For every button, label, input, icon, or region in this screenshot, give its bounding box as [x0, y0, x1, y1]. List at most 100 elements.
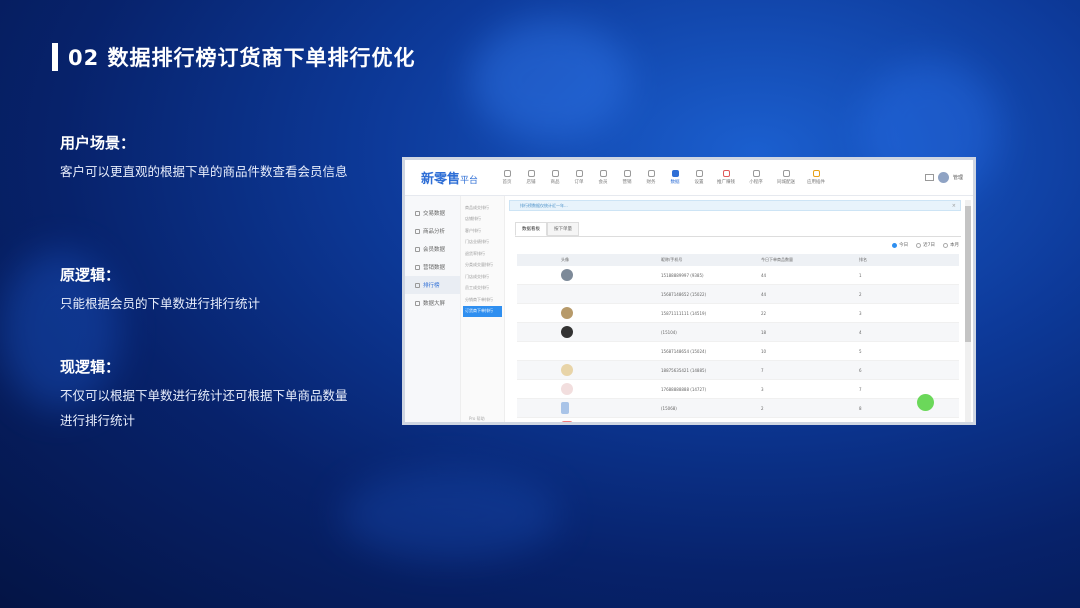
member-data-icon: [415, 246, 420, 252]
radio-7days[interactable]: 近7日: [916, 242, 935, 248]
nav-delivery[interactable]: 同城配送: [771, 170, 801, 185]
tab-order-volume[interactable]: 按下单量: [547, 222, 579, 236]
sidebar-item-label: 会员数据: [423, 247, 446, 253]
nav-member[interactable]: 会员: [591, 170, 615, 185]
sidebar-item-screen[interactable]: 数据大屏: [405, 294, 460, 312]
table-row[interactable]: 15687148652 (15022) 44 2: [517, 285, 959, 304]
table-row[interactable]: (15104) 18 4: [517, 323, 959, 342]
sidebar-item-member[interactable]: 会员数据: [405, 240, 460, 258]
slide-title: 02 数据排行榜订货商下单排行优化: [52, 42, 416, 72]
table-row[interactable]: 17688888888 (14727) 3 7: [517, 380, 959, 399]
sidebar-item-label: 排行榜: [423, 283, 440, 289]
table-row[interactable]: (15068) 2 8: [517, 399, 959, 418]
nav-label: 订单: [574, 180, 584, 185]
nav-marketing[interactable]: 营销: [615, 170, 639, 185]
nav-label: 首页: [502, 180, 512, 185]
scrollbar[interactable]: [965, 200, 971, 422]
nav-label: 同城配送: [777, 180, 795, 185]
tab-dashboard[interactable]: 数据看板: [515, 222, 547, 236]
nav-promote[interactable]: 推广赚钱: [711, 170, 741, 185]
count-cell: 44: [761, 272, 767, 278]
radio-circle: [916, 242, 922, 248]
subnav-item[interactable]: 分类成交量排行: [461, 260, 504, 272]
avatar: [561, 402, 569, 414]
table-row[interactable]: 18811114724 (14600) 1 9: [517, 418, 959, 426]
id-cell: 17688888888 (14727): [661, 386, 707, 392]
id-cell: 15871111111 (14519): [661, 310, 707, 316]
rank-cell: 2: [859, 291, 862, 297]
subnav-item[interactable]: 商品成交排行: [461, 202, 504, 214]
radio-today[interactable]: 今日: [892, 242, 908, 248]
table-row[interactable]: 18875635421 (14885) 7 6: [517, 361, 959, 380]
nav-label: 财务: [646, 180, 656, 185]
nav-label: 应用插件: [807, 180, 825, 185]
id-cell: 18811114724 (14600): [661, 425, 761, 426]
scrollbar-thumb[interactable]: [965, 206, 971, 342]
avatar-cell: [517, 383, 661, 395]
radio-label: 近7日: [923, 243, 935, 248]
nav-goods[interactable]: 商品: [543, 170, 567, 185]
settings-icon: [695, 170, 703, 177]
goods-analysis-icon: [415, 228, 420, 234]
id-cell: 18875635421 (14885): [661, 367, 707, 373]
radio-month[interactable]: 本月: [943, 242, 959, 248]
plugin-icon: [812, 170, 820, 177]
sidebar-item-label: 交易数据: [423, 211, 446, 217]
nav-shop[interactable]: 店铺: [519, 170, 543, 185]
rank-cell: 6: [859, 367, 862, 373]
subnav-item[interactable]: 员工成交排行: [461, 283, 504, 295]
avatar: [561, 421, 573, 422]
subnav-item[interactable]: 客户排行: [461, 225, 504, 237]
nav-label: 店铺: [526, 180, 536, 185]
sidebar-item-goods[interactable]: 商品分析: [405, 222, 460, 240]
avatar[interactable]: [937, 172, 949, 183]
subnav-item[interactable]: 分销商下单排行: [461, 294, 504, 306]
subnav-item[interactable]: 门店成交排行: [461, 271, 504, 283]
sidebar-item-label: 商品分析: [423, 229, 446, 235]
nav-order[interactable]: 订单: [567, 170, 591, 185]
subnav-item-active[interactable]: 订货商下单排行: [463, 305, 502, 317]
sidebar-footer[interactable]: Pro 帮助: [469, 416, 485, 422]
nav-miniapp[interactable]: 小程序: [741, 170, 771, 185]
title-accent-bar: [52, 43, 58, 71]
count-cell: 22: [761, 310, 767, 316]
nav-finance[interactable]: 财务: [639, 170, 663, 185]
screen-icon: [415, 300, 420, 306]
header-count: 今日下单商品数量: [761, 257, 793, 262]
avatar-cell: [517, 269, 661, 281]
nav-plugin[interactable]: 应用插件: [801, 170, 831, 185]
close-icon[interactable]: ×: [952, 203, 956, 209]
table-row[interactable]: 15188889997 (9385) 44 1: [517, 266, 959, 285]
mail-icon[interactable]: [924, 174, 934, 181]
sidebar-item-trade[interactable]: 交易数据: [405, 204, 460, 222]
floating-action-button[interactable]: [917, 394, 934, 411]
trade-icon: [415, 210, 420, 216]
notice-bar: 排行榜数据仅统计近一年... ×: [509, 200, 961, 211]
subnav-item[interactable]: 店铺排行: [461, 214, 504, 226]
data-icon: [671, 170, 679, 177]
count-cell: 10: [761, 348, 767, 354]
subnav-item[interactable]: 门店业绩排行: [461, 237, 504, 249]
sidebar-item-marketing[interactable]: 营销数据: [405, 258, 460, 276]
nav-home[interactable]: 首页: [495, 170, 519, 185]
app-screenshot: 新零售平台 首页 店铺 商品 订单 会员 营销 财务 数据 设置 推广赚钱 小程…: [402, 157, 976, 425]
header-avatar: 头像: [561, 257, 569, 262]
table-row[interactable]: 15871111111 (14519) 22 3: [517, 304, 959, 323]
nav-label: 数据: [670, 180, 680, 185]
nav-data[interactable]: 数据: [663, 170, 687, 185]
rank-cell: 9: [859, 425, 959, 426]
avatar: [561, 383, 573, 395]
subnav-item[interactable]: 退货率排行: [461, 248, 504, 260]
order-icon: [575, 170, 583, 177]
section-new-logic: 现逻辑： 不仅可以根据下单数进行统计还可根据下单商品数量进行排行统计: [60, 356, 350, 433]
table-row[interactable]: 15687148654 (15024) 10 5: [517, 342, 959, 361]
section-heading: 现逻辑：: [60, 358, 121, 376]
nav-settings[interactable]: 设置: [687, 170, 711, 185]
user-label: 管理: [952, 175, 963, 181]
user-area[interactable]: 管理: [924, 172, 963, 183]
ranking-table: 头像 昵称/手机号 今日下单商品数量 排名 15188889997 (9385)…: [517, 254, 959, 426]
rank-cell: 3: [859, 310, 862, 316]
sidebar-primary: 交易数据 商品分析 会员数据 营销数据 排行榜 数据大屏: [405, 196, 461, 422]
sidebar-item-ranking[interactable]: 排行榜: [405, 276, 460, 294]
header-rank: 排名: [859, 257, 867, 262]
